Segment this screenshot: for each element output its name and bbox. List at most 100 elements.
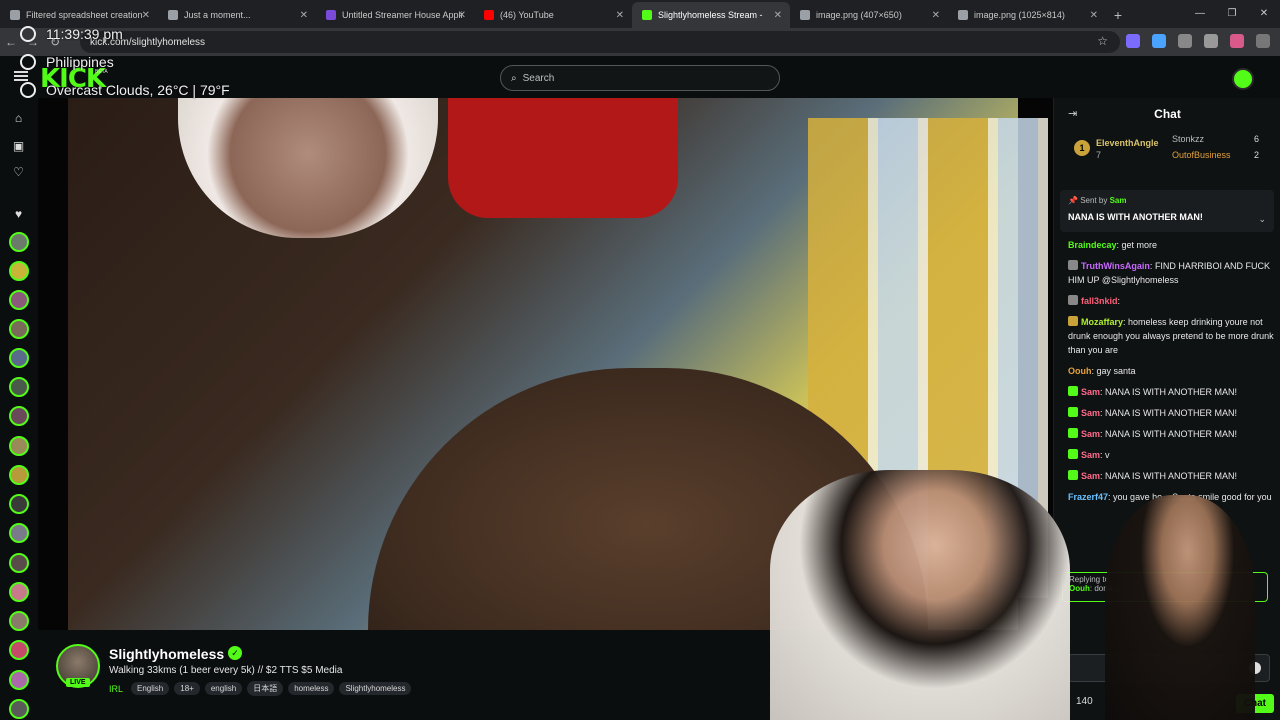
followed-channel-avatar[interactable] — [9, 465, 29, 485]
browse-icon[interactable]: ▣ — [12, 140, 25, 153]
tag[interactable]: english — [204, 682, 243, 695]
followed-channel-avatar[interactable] — [9, 319, 29, 339]
close-icon[interactable]: ✕ — [774, 10, 782, 21]
chat-message: TruthWinsAgain: FIND HARRIBOI AND FUCK H… — [1068, 260, 1270, 285]
tab-6[interactable]: image.png (1025×814) ✕ — [948, 2, 1106, 28]
chat-username[interactable]: Sam — [1081, 450, 1100, 460]
tag[interactable]: Slightlyhomeless — [339, 682, 412, 695]
category-link[interactable]: IRL — [109, 684, 123, 694]
user-avatar[interactable] — [1232, 68, 1254, 90]
minimize-icon[interactable]: — — [1184, 0, 1216, 28]
leader-name[interactable]: EleventhAngle — [1096, 138, 1159, 148]
followed-channel-avatar[interactable] — [9, 553, 29, 573]
chat-message: Sam: NANA IS WITH ANOTHER MAN! — [1068, 406, 1274, 420]
tag[interactable]: 日本語 — [247, 681, 284, 696]
followed-channel-avatar[interactable] — [9, 611, 29, 631]
chat-message: fall3nkid: — [1068, 294, 1274, 308]
tab-5[interactable]: image.png (407×650) ✕ — [790, 2, 948, 28]
followed-channel-avatar[interactable] — [9, 582, 29, 602]
chat-username[interactable]: Braindecay — [1068, 240, 1117, 250]
tab-3[interactable]: (46) YouTube ✕ — [474, 2, 632, 28]
tag[interactable]: 18+ — [174, 682, 200, 695]
overlay-time: 11:39:39 pm — [46, 26, 123, 42]
chat-username[interactable]: Sam — [1081, 471, 1100, 481]
extension-icon[interactable] — [1126, 34, 1140, 48]
close-icon[interactable]: ✕ — [300, 10, 308, 21]
user-badge-icon — [1068, 386, 1078, 396]
user-badge-icon — [1068, 316, 1078, 326]
location-pin-icon — [20, 54, 36, 70]
profile-icon[interactable] — [1230, 34, 1244, 48]
chat-username[interactable]: Mozaffary — [1081, 317, 1123, 327]
chat-username[interactable]: TruthWinsAgain — [1081, 261, 1150, 271]
window-controls: — ❐ ✕ — [1184, 0, 1280, 28]
leader-name[interactable]: OutofBusiness — [1172, 150, 1231, 160]
menu-dots-icon[interactable] — [1256, 34, 1270, 48]
puzzle-icon[interactable] — [1178, 34, 1192, 48]
address-bar[interactable]: kick.com/slightlyhomeless ☆ — [80, 31, 1120, 53]
reply-user: Oouh — [1069, 584, 1090, 593]
tab-2[interactable]: Untitled Streamer House Appli ✕ — [316, 2, 474, 28]
extension-icon[interactable] — [1152, 34, 1166, 48]
chat-messages: Braindecay: get more TruthWinsAgain: FIN… — [1068, 238, 1274, 511]
overlay-weather-row: Overcast Clouds, 26°C | 79°F — [20, 76, 230, 104]
chat-username[interactable]: Oouh — [1068, 366, 1092, 376]
tag[interactable]: homeless — [288, 682, 335, 695]
tab-label: image.png (1025×814) — [974, 10, 1065, 20]
tab-label: Untitled Streamer House Appli — [342, 10, 463, 20]
followed-channel-avatar[interactable] — [9, 290, 29, 310]
playlist-icon[interactable] — [1204, 34, 1218, 48]
verified-icon: ✓ — [228, 646, 242, 660]
followed-channel-avatar[interactable] — [9, 436, 29, 456]
chat-username[interactable]: Sam — [1081, 387, 1100, 397]
followed-channel-avatar[interactable] — [9, 348, 29, 368]
user-badge-icon — [1068, 428, 1078, 438]
chat-username[interactable]: fall3nkid — [1081, 296, 1118, 306]
clock-icon — [20, 26, 36, 42]
close-icon[interactable]: ✕ — [1090, 10, 1098, 21]
search-input[interactable]: ⌕ Search — [500, 65, 780, 91]
heart-icon[interactable]: ♡ — [12, 166, 25, 179]
user-badge-icon — [1068, 260, 1078, 270]
chat-username[interactable]: Sam — [1081, 429, 1100, 439]
followed-channel-avatar[interactable] — [9, 640, 29, 660]
followed-channel-avatar[interactable] — [9, 523, 29, 543]
bookmark-star-icon[interactable]: ☆ — [1097, 34, 1108, 48]
webcam-overlay-guest — [1105, 495, 1255, 720]
home-icon[interactable]: ⌂ — [12, 112, 25, 125]
chevron-down-icon[interactable]: ⌄ — [1258, 214, 1266, 225]
chat-username[interactable]: Sam — [1081, 408, 1100, 418]
streamer-name[interactable]: Slightlyhomeless — [109, 646, 224, 662]
new-tab-button[interactable]: + — [1106, 2, 1130, 28]
chat-message: Oouh: gay santa — [1068, 366, 1136, 376]
tab-label: Slightlyhomeless Stream - — [658, 10, 763, 20]
followed-channel-avatar[interactable] — [9, 377, 29, 397]
close-icon[interactable]: ✕ — [458, 10, 466, 21]
close-icon[interactable]: ✕ — [932, 10, 940, 21]
leader-name[interactable]: Stonkzz — [1172, 134, 1204, 144]
tab-label: Filtered spreadsheet creation — [26, 10, 143, 20]
close-window-icon[interactable]: ✕ — [1248, 0, 1280, 28]
chat-message: Sam: v — [1068, 448, 1274, 462]
followed-channel-avatar[interactable] — [9, 670, 29, 690]
close-icon[interactable]: ✕ — [616, 10, 624, 21]
pinned-sender-name: Sam — [1109, 196, 1127, 205]
followed-channel-avatar[interactable] — [9, 494, 29, 514]
tag[interactable]: English — [131, 682, 170, 695]
back-icon[interactable]: ← — [0, 35, 22, 49]
followed-channel-avatar[interactable] — [9, 232, 29, 252]
tab-favicon-icon — [958, 10, 968, 20]
chat-message: Braindecay: get more — [1068, 240, 1158, 250]
tab-favicon-icon — [642, 10, 652, 20]
pinned-message[interactable]: 📌 Sent by Sam NANA IS WITH ANOTHER MAN! … — [1060, 190, 1274, 232]
chat-message: Sam: NANA IS WITH ANOTHER MAN! — [1068, 427, 1274, 441]
followed-channel-avatar[interactable] — [9, 406, 29, 426]
followed-channel-avatar[interactable] — [9, 699, 29, 719]
tab-4[interactable]: Slightlyhomeless Stream - ✕ — [632, 2, 790, 28]
channel-points[interactable]: 140 — [1076, 696, 1093, 707]
pinned-text: NANA IS WITH ANOTHER MAN! — [1068, 212, 1203, 222]
followed-channel-avatar[interactable] — [9, 261, 29, 281]
maximize-icon[interactable]: ❐ — [1216, 0, 1248, 28]
chat-text: gay santa — [1096, 366, 1136, 376]
chat-username[interactable]: Frazerf47 — [1068, 492, 1108, 502]
